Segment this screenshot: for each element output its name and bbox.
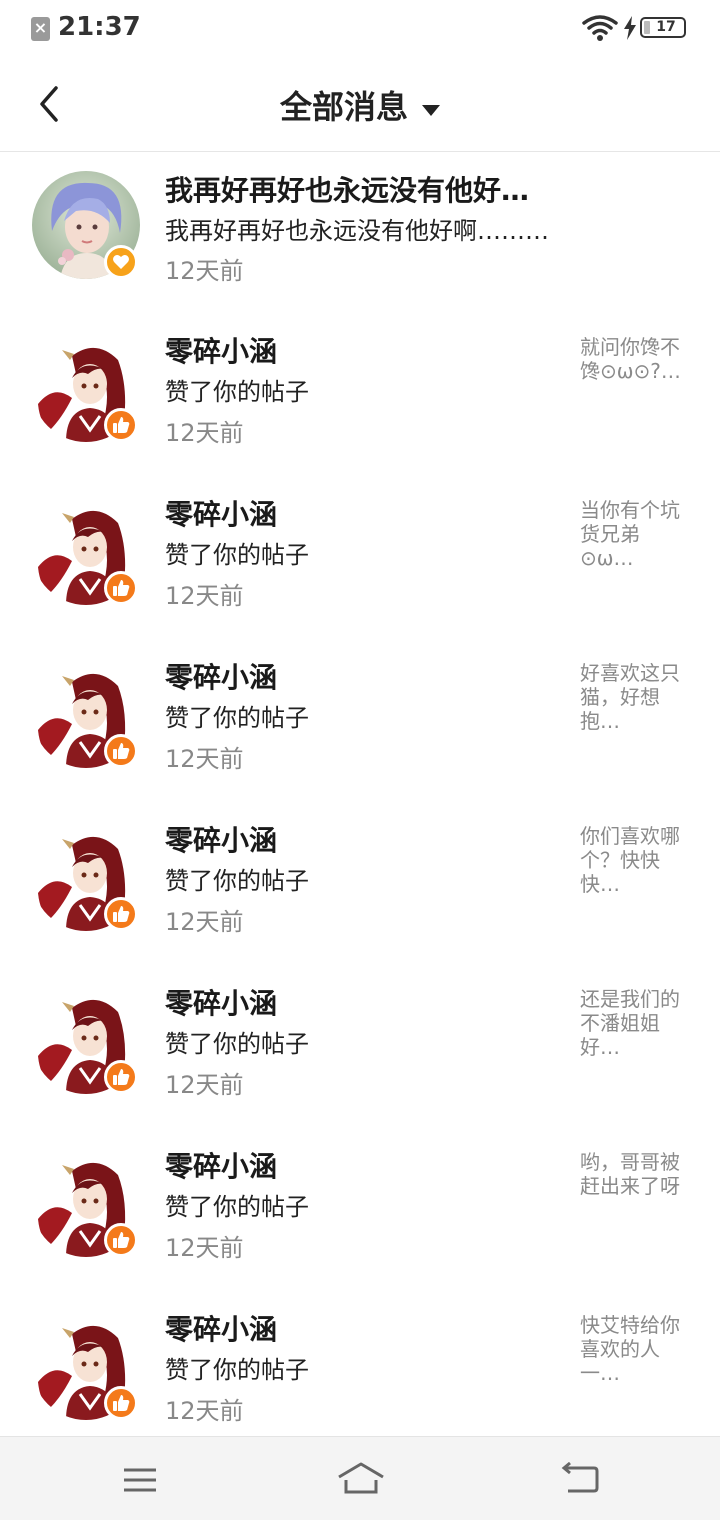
message-text: 我再好再好也永远没有他好啊………	[165, 217, 549, 245]
thumbs-up-icon	[104, 1060, 138, 1094]
message-text: 赞了你的帖子	[165, 704, 309, 732]
home-icon[interactable]	[337, 1461, 385, 1497]
message-item[interactable]: 零碎小涵 赞了你的帖子 12天前 快艾特给你喜欢的人一…	[0, 1280, 720, 1443]
message-item[interactable]: 我再好再好也永远没有他好… 我再好再好也永远没有他好啊……… 12天前	[0, 152, 720, 302]
page-title: 全部消息	[279, 88, 408, 126]
post-preview: 还是我们的不潘姐姐好…	[580, 987, 680, 1059]
status-time: 21:37	[58, 12, 141, 42]
message-text: 赞了你的帖子	[165, 1193, 309, 1221]
thumbs-up-icon	[104, 897, 138, 931]
message-item[interactable]: 零碎小涵 赞了你的帖子 12天前 你们喜欢哪个？快快快…	[0, 791, 720, 954]
message-item[interactable]: 零碎小涵 赞了你的帖子 12天前 就问你馋不馋⊙ω⊙?…	[0, 302, 720, 465]
menu-icon[interactable]	[122, 1467, 158, 1495]
message-text: 赞了你的帖子	[165, 1030, 309, 1058]
message-text: 赞了你的帖子	[165, 1356, 309, 1384]
sender-name: 我再好再好也永远没有他好…	[165, 174, 530, 207]
message-time: 12天前	[165, 257, 244, 285]
message-time: 12天前	[165, 582, 244, 610]
sender-name: 零碎小涵	[165, 1313, 278, 1346]
sender-name: 零碎小涵	[165, 335, 278, 368]
message-time: 12天前	[165, 1234, 244, 1262]
message-item[interactable]: 零碎小涵 赞了你的帖子 12天前 好喜欢这只猫，好想抱…	[0, 628, 720, 791]
heart-icon	[104, 245, 138, 279]
thumbs-up-icon	[104, 408, 138, 442]
message-item[interactable]: 零碎小涵 赞了你的帖子 12天前 当你有个坑货兄弟⊙ω…	[0, 465, 720, 628]
thumbs-up-icon	[104, 571, 138, 605]
message-item[interactable]: 零碎小涵 赞了你的帖子 12天前 哟，哥哥被赶出来了呀	[0, 1117, 720, 1280]
thumbs-up-icon	[104, 734, 138, 768]
post-preview: 就问你馋不馋⊙ω⊙?…	[580, 335, 681, 383]
wifi-icon	[582, 15, 618, 41]
message-text: 赞了你的帖子	[165, 378, 309, 406]
sender-name: 零碎小涵	[165, 498, 278, 531]
message-time: 12天前	[165, 1397, 244, 1425]
post-preview: 哟，哥哥被赶出来了呀	[580, 1150, 680, 1198]
return-icon[interactable]	[560, 1462, 600, 1494]
message-list: 我再好再好也永远没有他好… 我再好再好也永远没有他好啊……… 12天前 零碎小涵…	[0, 152, 720, 1443]
sender-name: 零碎小涵	[165, 1150, 278, 1183]
battery-percent: 17	[656, 19, 676, 35]
system-navigation-bar	[0, 1436, 720, 1520]
header: 全部消息	[0, 56, 720, 152]
message-time: 12天前	[165, 908, 244, 936]
message-time: 12天前	[165, 745, 244, 773]
sender-name: 零碎小涵	[165, 987, 278, 1020]
message-time: 12天前	[165, 419, 244, 447]
sender-name: 零碎小涵	[165, 661, 278, 694]
caret-down-icon	[422, 104, 440, 116]
post-preview: 快艾特给你喜欢的人一…	[580, 1313, 680, 1385]
charging-icon	[624, 16, 636, 40]
message-filter-dropdown[interactable]: 全部消息	[0, 82, 720, 128]
post-preview: 好喜欢这只猫，好想抱…	[580, 661, 680, 733]
message-item[interactable]: 零碎小涵 赞了你的帖子 12天前 还是我们的不潘姐姐好…	[0, 954, 720, 1117]
message-time: 12天前	[165, 1071, 244, 1099]
message-text: 赞了你的帖子	[165, 541, 309, 569]
sender-name: 零碎小涵	[165, 824, 278, 857]
no-sim-icon	[31, 17, 50, 41]
message-text: 赞了你的帖子	[165, 867, 309, 895]
battery-level	[644, 21, 650, 34]
status-bar: 21:37 17	[0, 0, 720, 56]
battery-indicator: 17	[640, 17, 686, 38]
post-preview: 当你有个坑货兄弟⊙ω…	[580, 498, 680, 570]
post-preview: 你们喜欢哪个？快快快…	[580, 824, 680, 896]
thumbs-up-icon	[104, 1223, 138, 1257]
thumbs-up-icon	[104, 1386, 138, 1420]
